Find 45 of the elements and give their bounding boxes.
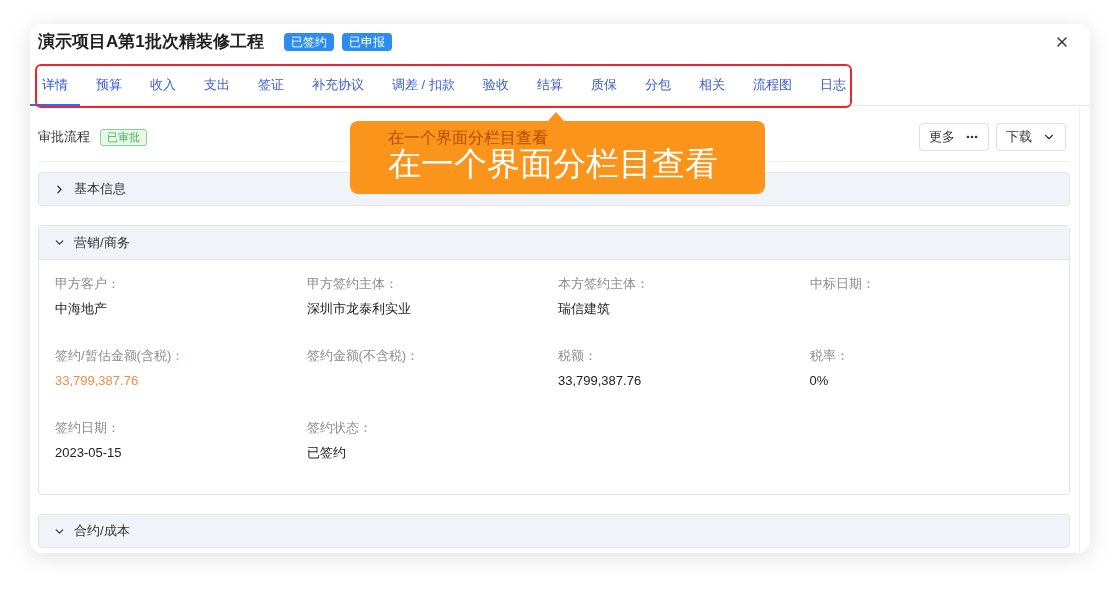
- field-value: 33,799,387.76: [558, 372, 642, 390]
- field-label: 甲方签约主体：: [306, 275, 398, 293]
- field-value: 深圳市龙泰利实业: [306, 300, 411, 318]
- close-button[interactable]: [1054, 34, 1070, 50]
- tab[interactable]: 相关: [686, 66, 737, 106]
- tab[interactable]: 结算: [524, 66, 575, 106]
- callout-text: 在一个界面分栏目查看: [388, 147, 718, 181]
- field-label: 签约金额(不含税)：: [306, 347, 420, 365]
- field-label: 中标日期：: [809, 275, 875, 293]
- field-label: 签约日期：: [55, 419, 120, 437]
- field-label: 签约/暂估金额(含税)：: [55, 347, 185, 365]
- approval-label: 审批流程: [38, 128, 90, 147]
- field-value: 中海地产: [55, 300, 107, 318]
- status-badge: 已申报: [341, 33, 392, 51]
- tab[interactable]: 质保: [578, 66, 629, 106]
- tab[interactable]: 验收: [470, 66, 521, 106]
- field-value: 0%: [809, 372, 829, 390]
- more-button[interactable]: 更多: [919, 123, 989, 151]
- field-value: 已签约: [306, 444, 346, 462]
- tab[interactable]: 支出: [192, 66, 242, 106]
- field-value: 瑞信建筑: [558, 300, 610, 318]
- tab[interactable]: 收入: [138, 66, 188, 106]
- tab[interactable]: 详情: [30, 66, 80, 106]
- field-label: 税率：: [809, 347, 849, 365]
- tab[interactable]: 流程图: [740, 66, 804, 106]
- field-label: 甲方客户：: [55, 275, 120, 293]
- section-header[interactable]: 基本信息: [53, 179, 126, 199]
- field-value: 2023-05-15: [55, 444, 122, 462]
- tab[interactable]: 调差 / 扣款: [380, 66, 467, 106]
- status-badge: 已签约: [283, 33, 334, 51]
- field-label: 签约状态：: [306, 419, 372, 437]
- tab[interactable]: 分包: [632, 66, 683, 106]
- tab[interactable]: 签证: [246, 66, 296, 106]
- approval-status-badge: 已审批: [100, 128, 147, 146]
- section-header[interactable]: 营销/商务: [53, 232, 130, 253]
- tab[interactable]: 补充协议: [300, 66, 376, 106]
- field-value: 33,799,387.76: [55, 372, 139, 390]
- field-label: 本方签约主体：: [558, 275, 649, 293]
- field-label: 税额：: [558, 347, 597, 365]
- tab[interactable]: 预算: [84, 66, 134, 106]
- tab[interactable]: 日志: [807, 66, 858, 106]
- section-header[interactable]: 合约/成本: [53, 521, 130, 541]
- download-button[interactable]: 下载: [996, 123, 1066, 151]
- callout-shadow-text: 在一个界面分栏目查看: [388, 129, 548, 147]
- window-title: 演示项目A第1批次精装修工程: [38, 31, 264, 54]
